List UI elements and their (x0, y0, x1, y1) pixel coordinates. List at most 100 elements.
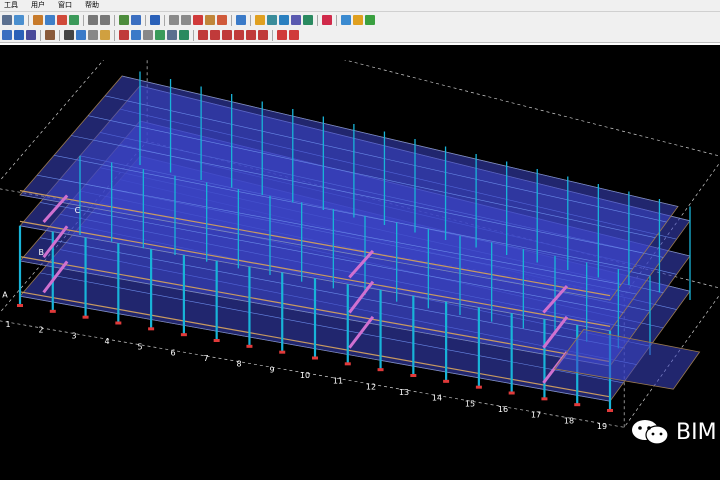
split-icon[interactable] (167, 30, 177, 40)
target-icon[interactable] (289, 30, 299, 40)
watermark: BIM (630, 418, 717, 446)
check-icon[interactable] (277, 30, 287, 40)
brush-icon[interactable] (14, 30, 24, 40)
arrow-right-icon[interactable] (341, 15, 351, 25)
pen-icon[interactable] (2, 30, 12, 40)
menu-bar: 工具 用户 窗口 帮助 (0, 0, 720, 11)
base-plate (115, 321, 122, 325)
undo-icon[interactable] (88, 15, 98, 25)
save-icon[interactable] (2, 15, 12, 25)
base-plate (344, 362, 351, 366)
merge-icon[interactable] (179, 30, 189, 40)
grid-label-4: 4 (104, 337, 109, 346)
watermark-text: BIM (676, 419, 717, 445)
grid-label-2: 2 (38, 326, 43, 335)
dim3-icon[interactable] (222, 30, 232, 40)
weld-icon[interactable] (76, 30, 86, 40)
model-viewport[interactable]: 1 2 3 4 5 6 7 8 9 10 11 12 13 14 15 16 17 18 19 A B C (0, 43, 720, 480)
toolbar-separator (145, 14, 146, 26)
row-label-C: C (75, 206, 81, 215)
menu-help[interactable]: 帮助 (85, 0, 99, 11)
dim-icon[interactable] (198, 30, 208, 40)
dim5-icon[interactable] (246, 30, 256, 40)
member-icon[interactable] (150, 15, 160, 25)
grid-label-5: 5 (137, 343, 142, 352)
layer-icon[interactable] (255, 15, 265, 25)
row-label-A: A (2, 290, 8, 299)
pin-icon[interactable] (131, 30, 141, 40)
main-toolbar (0, 11, 720, 28)
dim4-icon[interactable] (234, 30, 244, 40)
grid-label-1: 1 (5, 320, 10, 329)
model-icon[interactable] (33, 15, 43, 25)
joint-icon[interactable] (143, 30, 153, 40)
render-icon[interactable] (57, 15, 67, 25)
toolbar-separator (28, 14, 29, 26)
toolbar-separator (317, 14, 318, 26)
cut-icon[interactable] (100, 30, 110, 40)
node-icon[interactable] (119, 30, 129, 40)
base-plate (508, 391, 515, 395)
grid-label-13: 13 (399, 388, 409, 397)
toolbar-separator (336, 14, 337, 26)
grid-icon[interactable] (119, 15, 129, 25)
base-plate (312, 356, 318, 360)
move-icon[interactable] (236, 15, 246, 25)
open-icon[interactable] (14, 15, 24, 25)
grid-label-15: 15 (465, 399, 475, 408)
window-icon[interactable] (69, 15, 79, 25)
secondary-toolbar (0, 28, 720, 43)
menu-window[interactable]: 窗口 (58, 0, 72, 11)
select-icon[interactable] (131, 15, 141, 25)
array-icon[interactable] (279, 15, 289, 25)
settings-icon[interactable] (365, 15, 375, 25)
grid-label-6: 6 (170, 348, 175, 357)
grid-label-17: 17 (531, 411, 541, 420)
base-plate (377, 368, 384, 372)
toolbar-separator (114, 29, 115, 41)
menu-user[interactable]: 用户 (31, 0, 45, 11)
curve-icon[interactable] (205, 15, 215, 25)
toolbar-separator (193, 29, 194, 41)
toolbar-separator (59, 29, 60, 41)
toolbar-separator (83, 14, 84, 26)
base-plate (574, 403, 581, 407)
base-plate (246, 344, 253, 348)
base-plate (180, 333, 187, 337)
grid-label-11: 11 (333, 377, 343, 386)
text-icon[interactable] (45, 30, 55, 40)
dim2-icon[interactable] (210, 30, 220, 40)
dim6-icon[interactable] (258, 30, 268, 40)
base-plate (279, 350, 286, 354)
rotate-icon[interactable] (303, 15, 313, 25)
view-icon[interactable] (45, 15, 55, 25)
grid-label-9: 9 (269, 365, 274, 374)
export-icon[interactable] (353, 15, 363, 25)
connect-icon[interactable] (155, 30, 165, 40)
grid-label-14: 14 (432, 394, 442, 403)
grid-label-16: 16 (498, 405, 508, 414)
toolbar-separator (231, 14, 232, 26)
structural-model-3d[interactable]: 12345678910111213141516171819ABC (0, 60, 720, 480)
report-icon[interactable] (322, 15, 332, 25)
arc-icon[interactable] (193, 15, 203, 25)
base-plate (17, 304, 23, 307)
grid-label-3: 3 (71, 331, 76, 340)
base-plate (607, 409, 613, 412)
grid-label-10: 10 (300, 371, 310, 380)
base-plate (49, 309, 56, 313)
circle-icon[interactable] (217, 15, 227, 25)
plate-icon[interactable] (88, 30, 98, 40)
bolt-icon[interactable] (64, 30, 74, 40)
angle-icon[interactable] (181, 15, 191, 25)
toolbar-separator (114, 14, 115, 26)
menu-tools[interactable]: 工具 (4, 0, 18, 11)
pencil-icon[interactable] (26, 30, 36, 40)
base-plate (148, 327, 155, 331)
copy-icon[interactable] (267, 15, 277, 25)
redo-icon[interactable] (100, 15, 110, 25)
base-plate (410, 374, 417, 377)
toolbar-separator (40, 29, 41, 41)
mirror-icon[interactable] (291, 15, 301, 25)
line-icon[interactable] (169, 15, 179, 25)
